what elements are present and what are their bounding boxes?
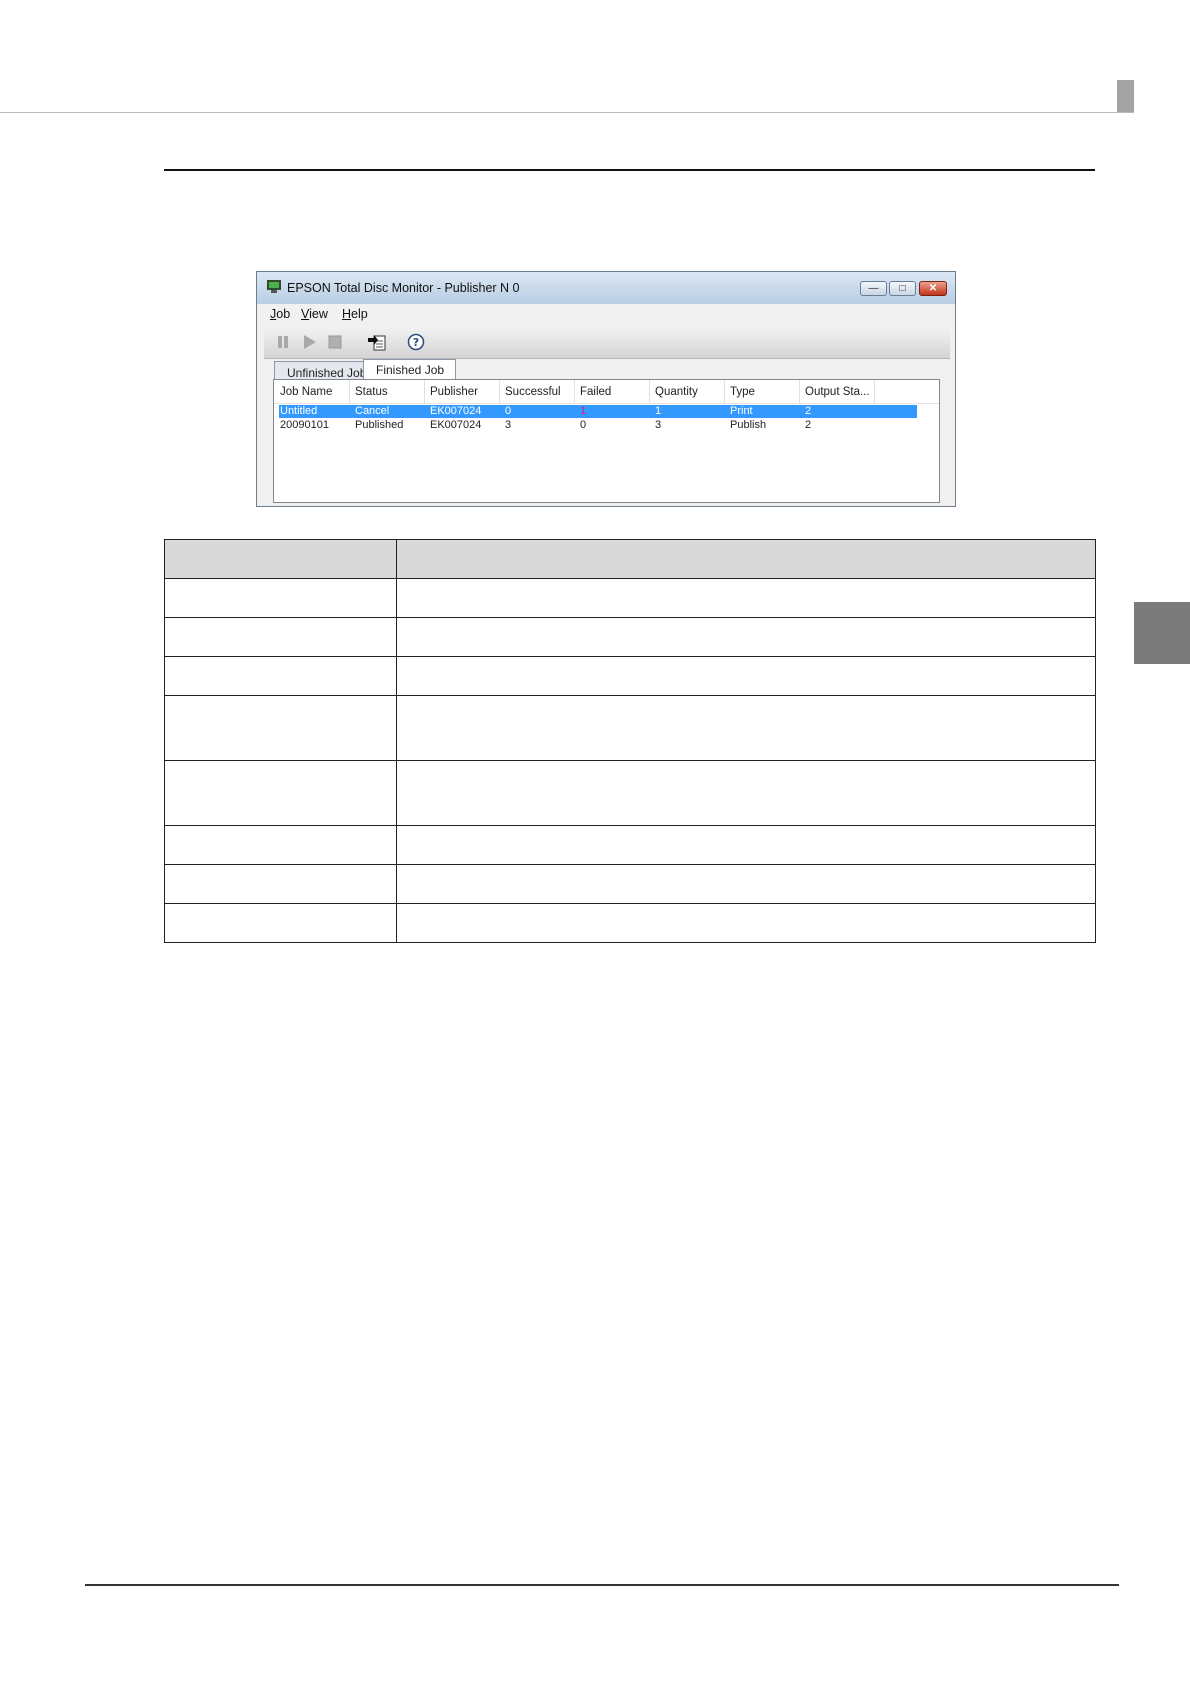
table-row: [164, 825, 1096, 865]
monitor-window: EPSON Total Disc Monitor - Publisher N 0…: [256, 271, 956, 507]
col-publisher[interactable]: Publisher: [430, 386, 478, 398]
cell-type: Print: [730, 405, 753, 417]
menu-help[interactable]: Help: [342, 307, 368, 321]
svg-text:?: ?: [413, 336, 419, 349]
stop-icon[interactable]: [326, 333, 344, 351]
header-rule: [0, 112, 1134, 113]
cell-successful: 0: [505, 405, 512, 417]
cell-job-name: Untitled: [280, 405, 318, 417]
cell-output-status: 2: [805, 405, 812, 417]
table-header-row: [164, 539, 1096, 579]
window-title: EPSON Total Disc Monitor - Publisher N 0: [287, 281, 520, 295]
cell-failed: 0: [580, 419, 587, 431]
table-row[interactable]: Untitled Cancel EK007024 0 1 1 Print 2: [279, 405, 917, 418]
toolbar: ?: [264, 325, 950, 359]
table-row[interactable]: 20090101 Published EK007024 3 0 3 Publis…: [279, 419, 917, 432]
col-successful[interactable]: Successful: [505, 386, 561, 398]
maximize-button[interactable]: □: [889, 281, 916, 296]
table-row: [164, 656, 1096, 696]
cell-type: Publish: [730, 419, 767, 431]
col-status[interactable]: Status: [355, 386, 388, 398]
col-output-status[interactable]: Output Sta...: [805, 386, 870, 398]
export-job-icon[interactable]: [368, 333, 386, 351]
app-monitor-icon: [267, 280, 281, 293]
cell-failed: 1: [580, 405, 587, 417]
header-tab-marker: [1117, 80, 1134, 112]
cell-publisher: EK007024: [430, 405, 482, 417]
col-job-name[interactable]: Job Name: [280, 386, 332, 398]
chapter-side-tab: [1134, 602, 1190, 664]
cell-quantity: 3: [655, 419, 662, 431]
menu-job[interactable]: Job: [270, 307, 290, 321]
job-list: Job Name Status Publisher Successful Fai…: [273, 379, 940, 503]
col-type[interactable]: Type: [730, 386, 755, 398]
menu-bar: Job View Help: [264, 304, 950, 324]
cell-quantity: 1: [655, 405, 662, 417]
table-row: [164, 695, 1096, 761]
table-row: [164, 578, 1096, 618]
play-icon[interactable]: [300, 333, 318, 351]
close-button[interactable]: ✕: [919, 281, 947, 296]
table-row: [164, 864, 1096, 904]
cell-successful: 3: [505, 419, 512, 431]
table-row: [164, 760, 1096, 826]
help-icon[interactable]: ?: [407, 333, 425, 351]
col-failed[interactable]: Failed: [580, 386, 611, 398]
pause-icon[interactable]: [274, 333, 292, 351]
cell-output-status: 2: [805, 419, 812, 431]
minimize-button[interactable]: —: [860, 281, 887, 296]
cell-publisher: EK007024: [430, 419, 482, 431]
description-table: [164, 539, 1096, 943]
table-row: [164, 903, 1096, 943]
col-quantity[interactable]: Quantity: [655, 386, 698, 398]
list-header: Job Name Status Publisher Successful Fai…: [274, 380, 939, 404]
tab-unfinished-job[interactable]: Unfinished Job: [274, 361, 366, 381]
footer-rule: [85, 1584, 1119, 1586]
table-row: [164, 617, 1096, 657]
title-bar: EPSON Total Disc Monitor - Publisher N 0…: [257, 272, 955, 304]
cell-status: Cancel: [355, 405, 390, 417]
cell-job-name: 20090101: [280, 419, 329, 431]
cell-status: Published: [355, 419, 404, 431]
section-rule: [164, 169, 1095, 171]
menu-view[interactable]: View: [301, 307, 328, 321]
tab-finished-job[interactable]: Finished Job: [363, 359, 456, 381]
